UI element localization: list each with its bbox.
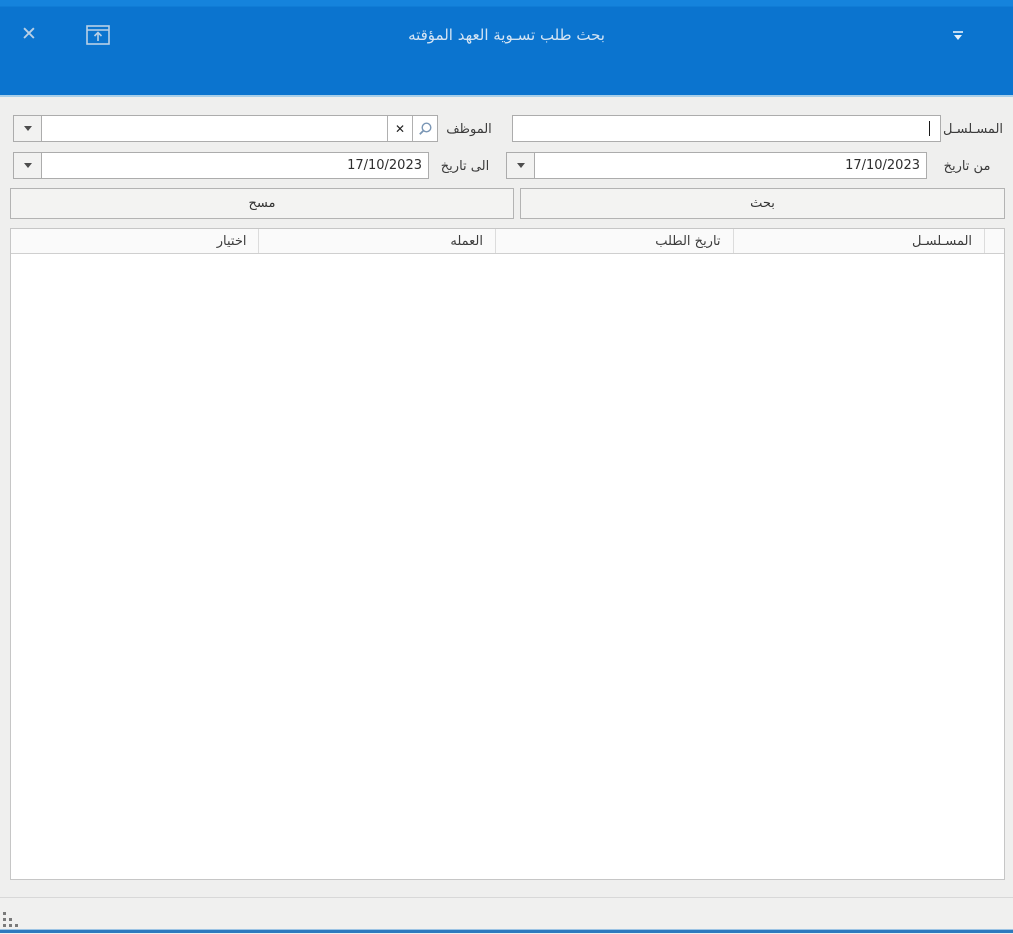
grid-indicator-column [984,229,1004,253]
statusbar [0,898,1013,929]
employee-dropdown-button[interactable] [14,116,42,141]
from-date-dropdown-button[interactable] [507,153,535,178]
pin-down-icon [951,30,965,42]
employee-clear-button[interactable]: ✕ [387,116,412,141]
serial-field-wrapper [512,115,941,142]
pin-menu-button[interactable] [948,28,968,44]
to-date-label: الى تاريخ [431,158,499,175]
dropdown-arrow-icon [517,163,525,168]
column-header-request-date[interactable]: تاريخ الطلب [495,229,733,253]
dropdown-arrow-icon [24,126,32,131]
search-dialog-window: ✕ بحث طلب تسـوية العهد المؤقته المسـلسـل… [0,0,1013,934]
column-header-currency[interactable]: العمله [258,229,495,253]
dropdown-arrow-icon [24,163,32,168]
clear-button[interactable]: مسح [10,188,514,219]
to-date-dropdown-button[interactable] [14,153,42,178]
column-header-serial[interactable]: المسـلسـل [733,229,985,253]
magnifier-icon [417,121,433,137]
to-date-editor [13,152,429,179]
grid-header-row: المسـلسـل تاريخ الطلب العمله اختيار [11,229,1004,254]
from-date-label: من تاريخ [928,158,1006,175]
serial-label: المسـلسـل [938,121,1008,138]
employee-lookup-editor: ✕ [13,115,438,142]
clear-x-icon: ✕ [395,122,405,136]
employee-label: الموظف [438,121,500,138]
resize-grip[interactable] [3,912,19,928]
to-date-input[interactable] [42,153,428,178]
search-button[interactable]: بحث [520,188,1005,219]
window-title: بحث طلب تسـوية العهد المؤقته [0,26,1013,44]
titlebar: ✕ بحث طلب تسـوية العهد المؤقته [0,0,1013,97]
from-date-input[interactable] [535,153,926,178]
window-bottom-accent [0,929,1013,933]
employee-search-button[interactable] [412,116,437,141]
employee-input[interactable] [42,116,387,141]
text-caret [929,121,930,136]
grip-dots-icon [3,912,6,915]
from-date-editor [506,152,927,179]
results-grid: المسـلسـل تاريخ الطلب العمله اختيار [10,228,1005,880]
serial-input[interactable] [513,116,940,141]
grid-body-empty[interactable] [11,254,1004,879]
column-header-select[interactable]: اختيار [11,229,259,253]
